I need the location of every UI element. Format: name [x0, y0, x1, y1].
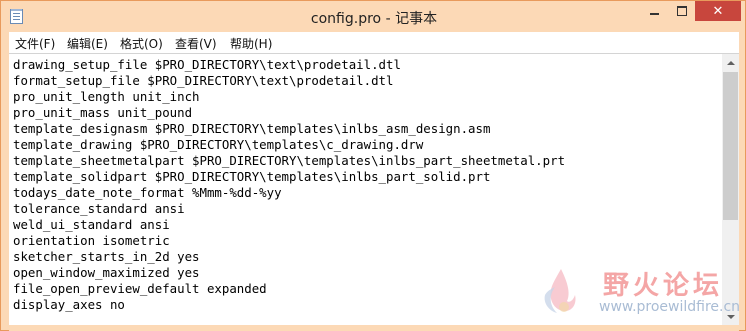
- menu-file[interactable]: 文件(F): [15, 35, 55, 52]
- menu-view[interactable]: 查看(V): [175, 35, 217, 52]
- watermark-name: 野火论坛: [603, 271, 724, 301]
- flame-logo-icon: [544, 269, 576, 313]
- menu-bar: 文件(F) 编辑(E) 格式(O) 查看(V) 帮助(H): [9, 32, 739, 53]
- watermark-url: www.proewildfire.cn: [599, 299, 741, 315]
- watermark: 野火论坛 www.proewildfire.cn: [531, 259, 740, 325]
- menu-help[interactable]: 帮助(H): [230, 35, 272, 52]
- title-bar[interactable]: config.pro - 记事本 ✕: [1, 1, 746, 32]
- scroll-up-button[interactable]: [722, 54, 739, 71]
- window-bottom-border: [9, 325, 739, 331]
- editor-text[interactable]: drawing_setup_file $PRO_DIRECTORY\text\p…: [13, 57, 565, 313]
- notepad-window: config.pro - 记事本 ✕ 文件(F) 编辑(E) 格式(O) 查看(…: [0, 0, 746, 331]
- close-button[interactable]: ✕: [695, 1, 741, 21]
- maximize-icon: [676, 6, 687, 16]
- menu-edit[interactable]: 编辑(E): [67, 35, 108, 52]
- menu-format[interactable]: 格式(O): [120, 35, 163, 52]
- scroll-thumb[interactable]: [723, 72, 738, 220]
- chevron-up-icon: [726, 60, 735, 65]
- window-title: config.pro - 记事本: [310, 11, 438, 27]
- minimize-button[interactable]: [641, 1, 668, 21]
- maximize-button[interactable]: [668, 1, 695, 21]
- minimize-icon: [650, 13, 659, 15]
